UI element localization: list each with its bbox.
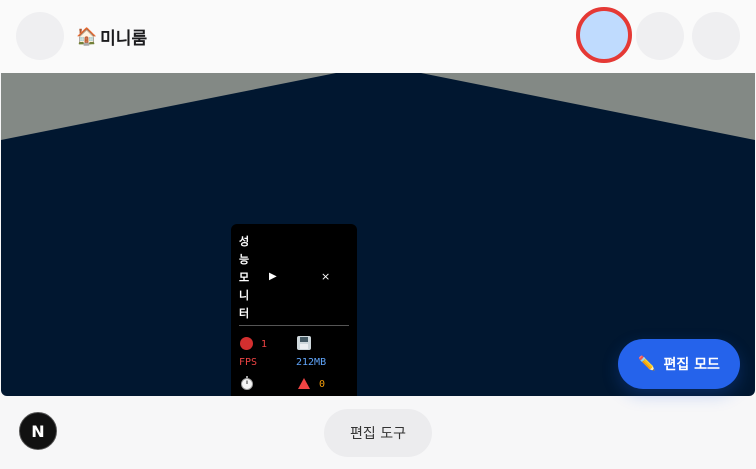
menu-button[interactable] <box>16 12 64 60</box>
edit-tools-button[interactable]: 편집 도구 <box>324 409 432 457</box>
warning-triangle-icon <box>298 378 310 389</box>
performance-monitor-panel: 성능모니터 ▶ × 1 FPS 212MB 0 <box>231 224 357 396</box>
fps-indicator-icon <box>240 337 253 350</box>
edit-tools-label: 편집 도구 <box>350 426 406 442</box>
fps-value: 1 <box>261 339 268 350</box>
edit-mode-button[interactable]: ✏️ 편집 모드 <box>618 339 740 389</box>
n-logo-badge[interactable]: N <box>19 412 57 450</box>
house-icon: 🏠 <box>76 26 98 47</box>
warning-count: 0 <box>319 379 326 390</box>
app-brand: 🏠 미니룸 <box>76 24 148 50</box>
left-wall <box>1 73 336 140</box>
divider <box>239 325 349 326</box>
perf-monitor-title: 성능모니터 <box>239 235 250 320</box>
pencil-icon: ✏️ <box>638 356 656 372</box>
play-icon[interactable]: ▶ <box>269 271 277 282</box>
active-action-button[interactable] <box>576 7 632 63</box>
app-title: 미니룸 <box>100 29 148 49</box>
edit-mode-label: 편집 모드 <box>663 357 720 373</box>
memory-value: 212MB <box>296 357 327 368</box>
action-button-2[interactable] <box>636 12 684 60</box>
right-wall <box>421 73 755 140</box>
action-button-3[interactable] <box>692 12 740 60</box>
top-bar: 🏠 미니룸 <box>0 0 756 73</box>
floppy-disk-icon <box>297 336 311 350</box>
fps-label: FPS <box>239 357 258 368</box>
close-icon[interactable]: × <box>321 270 330 283</box>
stopwatch-icon <box>241 376 253 390</box>
n-letter: N <box>31 421 45 441</box>
